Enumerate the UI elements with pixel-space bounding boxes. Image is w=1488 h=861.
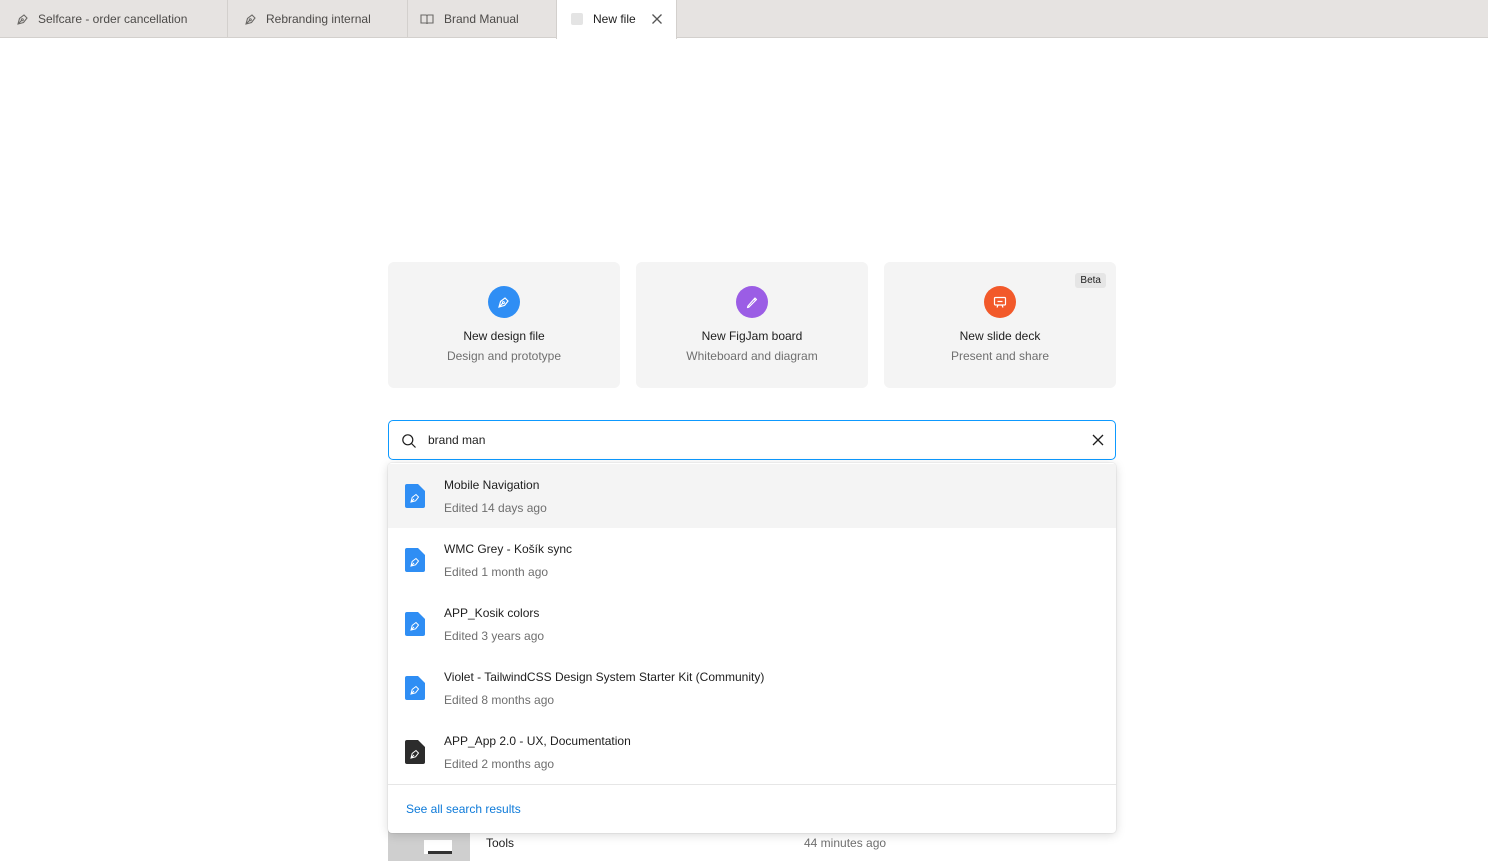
result-edited: Edited 1 month ago bbox=[444, 565, 549, 579]
tab-rebranding[interactable]: Rebranding internal bbox=[228, 0, 408, 38]
search-icon bbox=[402, 434, 416, 448]
search-result[interactable]: Violet - TailwindCSS Design System Start… bbox=[388, 656, 1116, 720]
design-circle bbox=[488, 286, 520, 318]
card-subtitle: Design and prototype bbox=[446, 349, 562, 363]
search-box bbox=[388, 420, 1116, 460]
presentation-icon bbox=[993, 296, 1007, 308]
tab-label: Selfcare - order cancellation bbox=[38, 12, 188, 26]
design-file-icon bbox=[405, 676, 425, 700]
result-edited: Edited 8 months ago bbox=[444, 693, 555, 707]
pen-icon bbox=[245, 14, 256, 25]
result-name: WMC Grey - Košík sync bbox=[444, 542, 573, 556]
result-edited: Edited 14 days ago bbox=[444, 501, 547, 515]
see-all-results-link[interactable]: See all search results bbox=[406, 802, 521, 816]
slides-circle bbox=[984, 286, 1016, 318]
search-result[interactable]: WMC Grey - Košík sync Edited 1 month ago bbox=[388, 528, 1116, 592]
search-results-dropdown: Mobile Navigation Edited 14 days ago WMC… bbox=[388, 463, 1116, 833]
card-subtitle: Whiteboard and diagram bbox=[686, 349, 818, 363]
design-file-icon bbox=[405, 740, 425, 764]
new-slide-deck-card[interactable]: Beta New slide deck Present and share bbox=[884, 262, 1116, 388]
pen-icon bbox=[17, 14, 28, 25]
beta-badge: Beta bbox=[1075, 273, 1106, 288]
card-title: New slide deck bbox=[959, 329, 1041, 343]
marker-icon bbox=[746, 297, 758, 309]
result-edited: Edited 2 months ago bbox=[444, 757, 555, 771]
new-design-file-card[interactable]: New design file Design and prototype bbox=[388, 262, 620, 388]
design-file-icon bbox=[405, 612, 425, 636]
result-name: APP_App 2.0 - UX, Documentation bbox=[444, 734, 631, 748]
search-result[interactable]: APP_App 2.0 - UX, Documentation Edited 2… bbox=[388, 720, 1116, 784]
design-file-icon bbox=[405, 548, 425, 572]
search-input[interactable] bbox=[428, 430, 1068, 450]
blank-file-icon bbox=[571, 13, 583, 25]
tab-bar: Selfcare - order cancellation Rebranding… bbox=[0, 0, 1488, 39]
tab-new-file[interactable]: New file bbox=[556, 0, 677, 39]
tab-label: Rebranding internal bbox=[266, 12, 371, 26]
new-figjam-board-card[interactable]: New FigJam board Whiteboard and diagram bbox=[636, 262, 868, 388]
search-result[interactable]: Mobile Navigation Edited 14 days ago bbox=[388, 464, 1116, 528]
figjam-circle bbox=[736, 286, 768, 318]
clear-search-icon[interactable] bbox=[1091, 433, 1105, 447]
tab-selfcare[interactable]: Selfcare - order cancellation bbox=[0, 0, 228, 38]
tab-brand-manual[interactable]: Brand Manual bbox=[408, 0, 557, 38]
divider bbox=[388, 784, 1116, 785]
result-name: Mobile Navigation bbox=[444, 478, 540, 492]
result-name: Violet - TailwindCSS Design System Start… bbox=[444, 670, 765, 684]
result-name: APP_Kosik colors bbox=[444, 606, 540, 620]
card-title: New FigJam board bbox=[701, 329, 803, 343]
close-icon[interactable] bbox=[650, 12, 664, 26]
book-icon bbox=[420, 14, 434, 25]
pen-icon bbox=[498, 297, 509, 308]
tab-label: New file bbox=[593, 12, 636, 26]
card-subtitle: Present and share bbox=[950, 349, 1050, 363]
result-edited: Edited 3 years ago bbox=[444, 629, 545, 643]
card-title: New design file bbox=[463, 329, 545, 343]
search-result[interactable]: APP_Kosik colors Edited 3 years ago bbox=[388, 592, 1116, 656]
design-file-icon bbox=[405, 484, 425, 508]
tab-label: Brand Manual bbox=[444, 12, 519, 26]
file-time: 44 minutes ago bbox=[804, 836, 887, 850]
file-name: Tools bbox=[486, 836, 515, 850]
